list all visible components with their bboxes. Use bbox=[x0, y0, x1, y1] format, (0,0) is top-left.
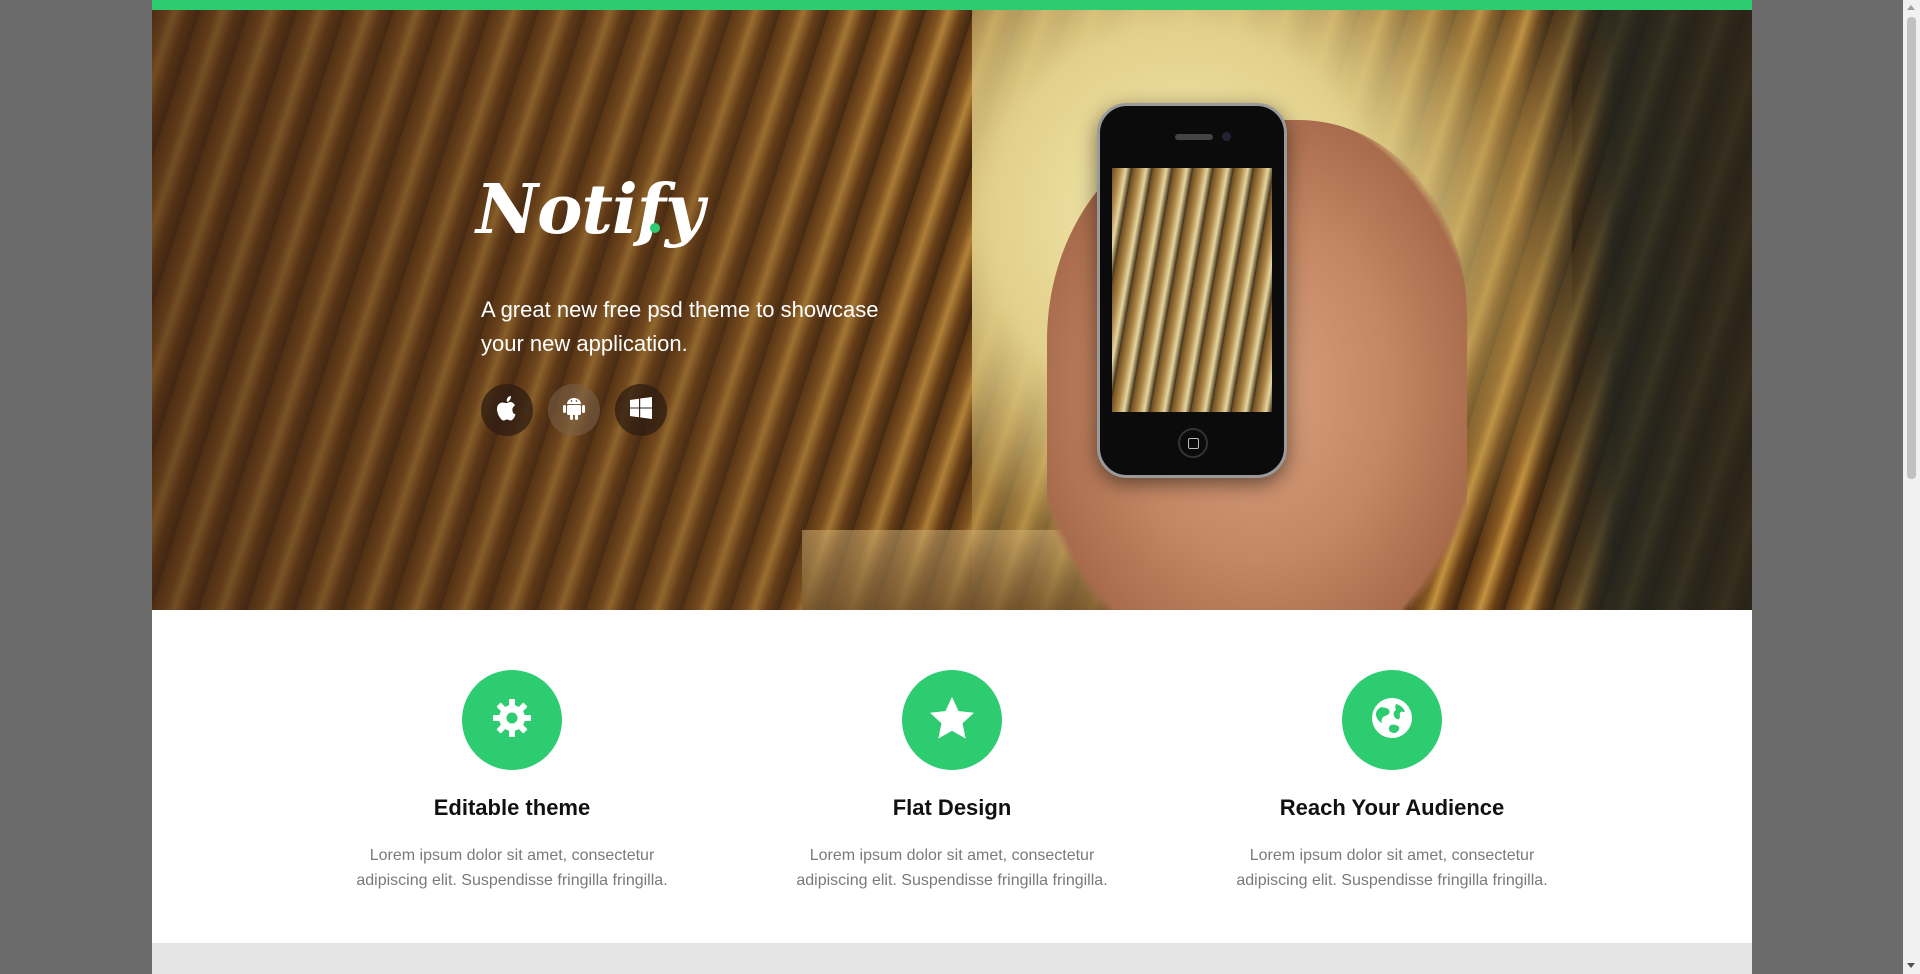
next-section-band bbox=[152, 943, 1752, 974]
feature-item: Editable theme Lorem ipsum dolor sit ame… bbox=[292, 610, 732, 943]
brand-logo-dot bbox=[650, 223, 660, 233]
feature-title: Editable theme bbox=[433, 795, 591, 820]
star-icon bbox=[928, 695, 976, 746]
store-buttons bbox=[481, 384, 667, 436]
top-accent-bar bbox=[152, 0, 1752, 10]
scroll-down-arrow[interactable] bbox=[1907, 963, 1915, 968]
globe-icon bbox=[1369, 695, 1415, 746]
android-icon bbox=[562, 395, 586, 426]
feature-icon-circle bbox=[1342, 670, 1442, 770]
phone-image bbox=[1097, 103, 1287, 478]
android-store-button[interactable] bbox=[548, 384, 600, 436]
feature-description: Lorem ipsum dolor sit amet, consectetur … bbox=[796, 847, 1108, 889]
windows-icon bbox=[629, 396, 653, 425]
feature-title: Flat Design bbox=[892, 795, 1012, 820]
feature-description: Lorem ipsum dolor sit amet, consectetur … bbox=[1236, 847, 1548, 889]
feature-description: Lorem ipsum dolor sit amet, consectetur … bbox=[356, 847, 668, 889]
page-container: Notify A great new free psd theme to sho… bbox=[152, 0, 1752, 974]
phone-speaker bbox=[1175, 134, 1213, 140]
hero-background-seats bbox=[1522, 10, 1752, 610]
phone-home-button bbox=[1178, 428, 1208, 458]
phone-camera bbox=[1222, 132, 1231, 141]
windows-store-button[interactable] bbox=[615, 384, 667, 436]
hero-tagline: A great new free psd theme to showcase y… bbox=[481, 297, 879, 356]
brand-logo[interactable]: Notify bbox=[476, 170, 705, 250]
hero-section: Notify A great new free psd theme to sho… bbox=[152, 10, 1752, 610]
apple-icon bbox=[496, 395, 518, 426]
scroll-thumb[interactable] bbox=[1907, 17, 1916, 479]
feature-icon-circle bbox=[462, 670, 562, 770]
gear-icon bbox=[490, 696, 534, 745]
scroll-up-arrow[interactable] bbox=[1907, 5, 1915, 10]
apple-store-button[interactable] bbox=[481, 384, 533, 436]
feature-item: Reach Your Audience Lorem ipsum dolor si… bbox=[1172, 610, 1612, 943]
page-scrollbar[interactable] bbox=[1903, 0, 1920, 974]
feature-item: Flat Design Lorem ipsum dolor sit amet, … bbox=[732, 610, 1172, 943]
feature-title: Reach Your Audience bbox=[1279, 795, 1505, 820]
features-section: Editable theme Lorem ipsum dolor sit ame… bbox=[152, 610, 1752, 943]
phone-screen bbox=[1112, 168, 1272, 412]
feature-icon-circle bbox=[902, 670, 1002, 770]
